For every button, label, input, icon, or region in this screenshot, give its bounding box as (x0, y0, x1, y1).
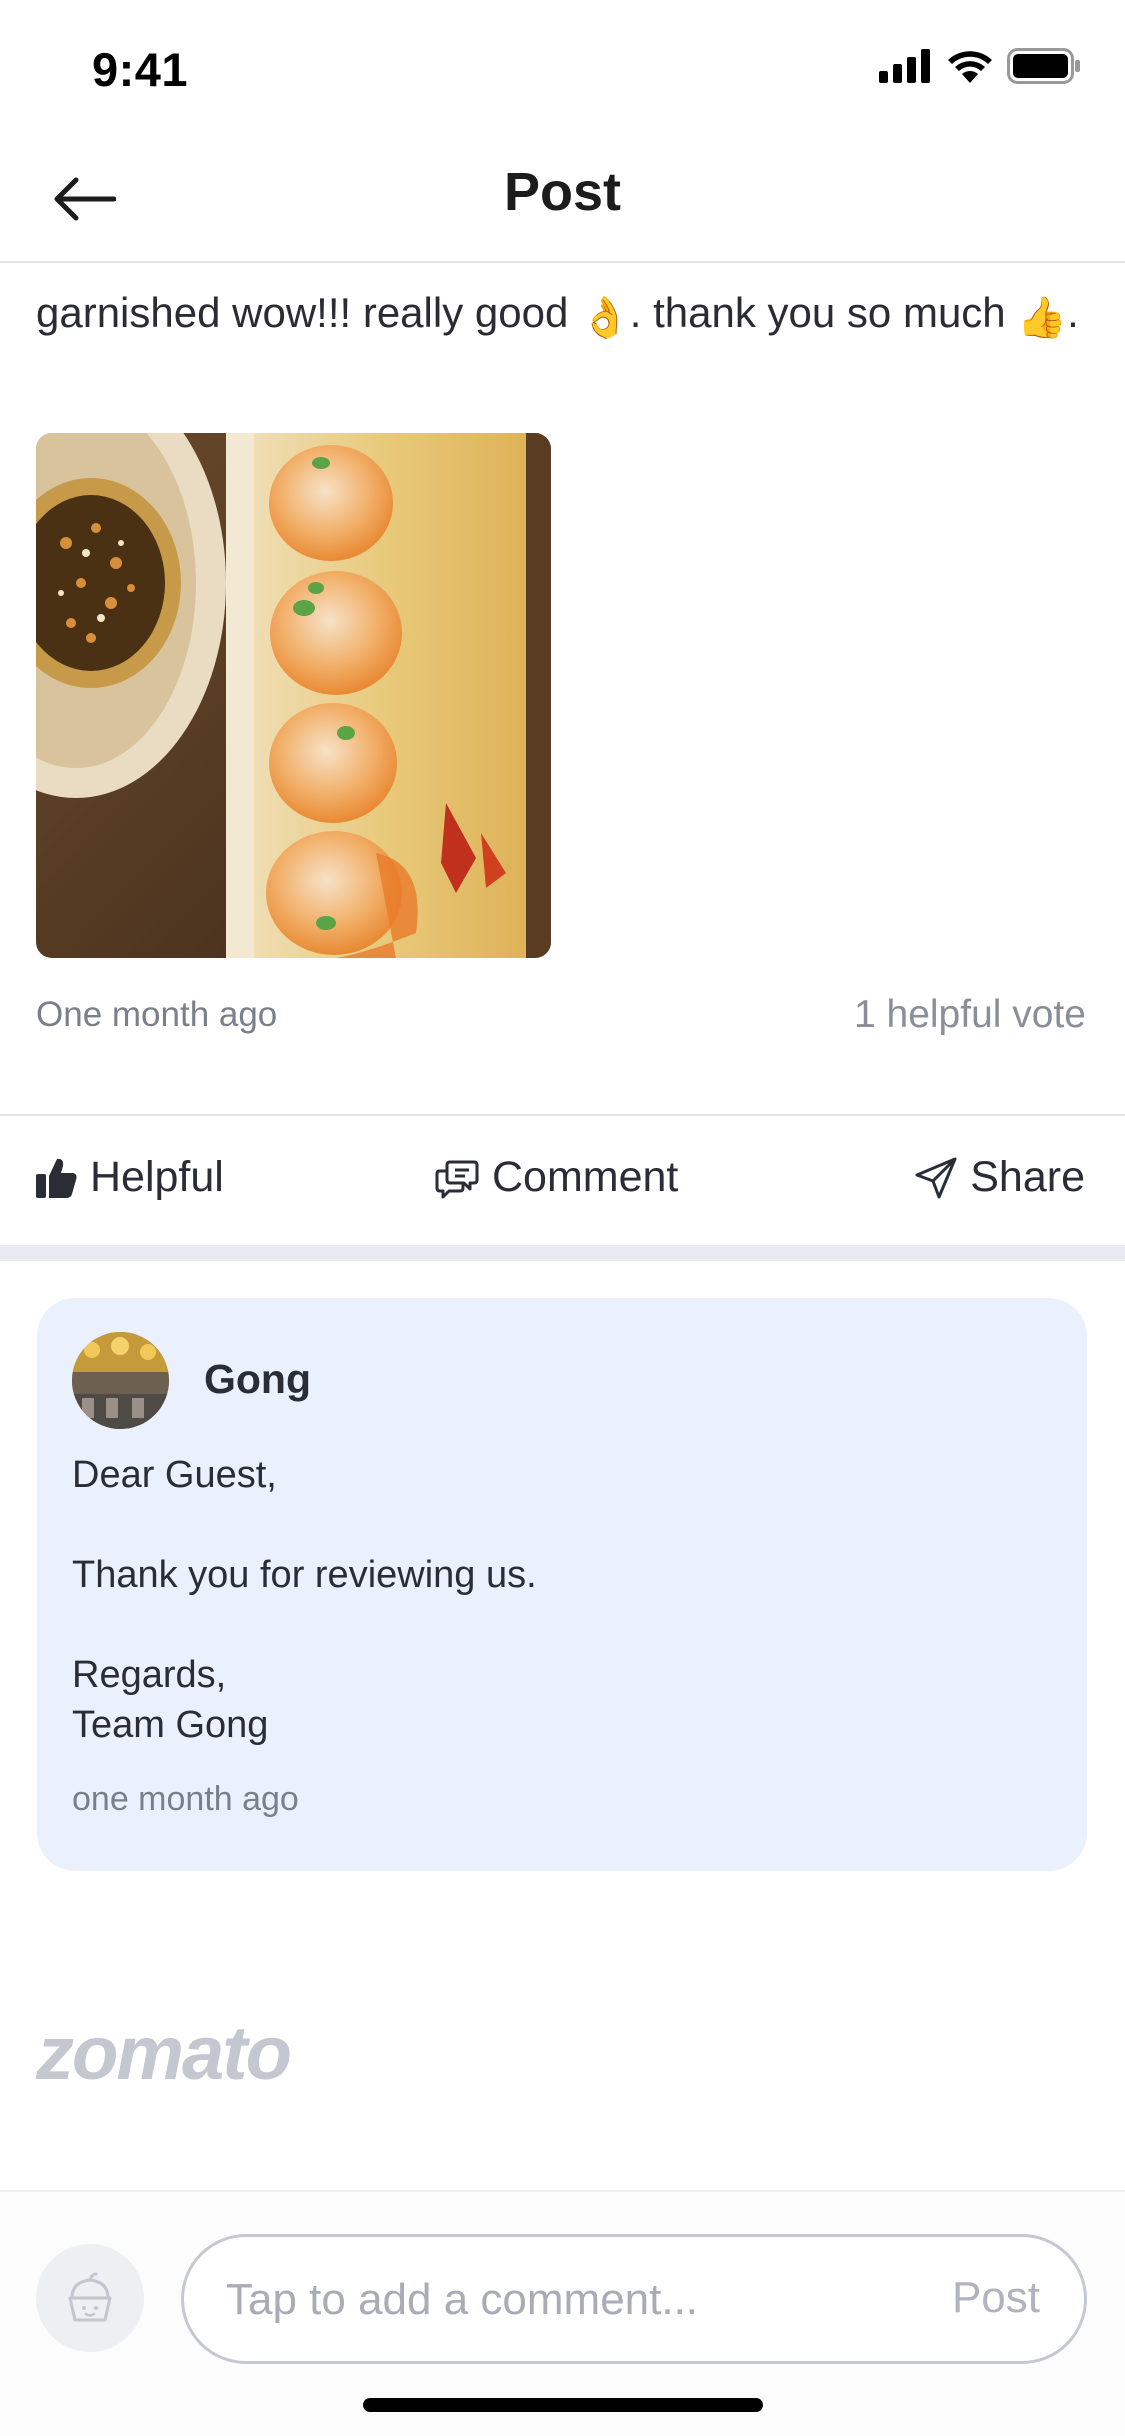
reply-body: Dear Guest, Thank you for reviewing us. … (72, 1450, 1052, 1750)
action-row: Helpful Comment Share (0, 1115, 1125, 1245)
battery-icon (1007, 48, 1080, 84)
zomato-logo: zomato (36, 2011, 292, 2096)
helpful-vote-count[interactable]: 1 helpful vote (854, 993, 1086, 1037)
helpful-label: Helpful (90, 1153, 224, 1201)
status-icons (879, 48, 1081, 84)
user-avatar[interactable] (36, 2244, 144, 2352)
review-date: One month ago (36, 995, 278, 1034)
share-button[interactable]: Share (914, 1153, 1085, 1202)
comment-label: Comment (492, 1153, 679, 1201)
restaurant-name[interactable]: Gong (204, 1356, 311, 1403)
comment-input[interactable] (226, 2267, 846, 2333)
status-time: 9:41 (92, 43, 189, 96)
comment-icon (435, 1160, 479, 1198)
review-photo[interactable] (36, 433, 551, 958)
reply-date: one month ago (72, 1780, 299, 1818)
reply-team: Team Gong (72, 1704, 269, 1746)
review-text-part: . thank you so much (629, 289, 1018, 336)
restaurant-avatar[interactable] (72, 1332, 169, 1429)
review-meta: One month ago 1 helpful vote (36, 993, 1086, 1037)
reply-greeting: Dear Guest, (72, 1454, 277, 1496)
share-icon (915, 1157, 957, 1198)
header: Post (0, 135, 1125, 263)
ok-hand-emoji: 👌 (579, 295, 630, 341)
restaurant-reply-card: Gong Dear Guest, Thank you for reviewing… (37, 1298, 1087, 1871)
thumbs-up-icon (36, 1158, 77, 1198)
comment-box: Post (181, 2234, 1087, 2364)
wifi-icon (948, 51, 992, 83)
helpful-button[interactable]: Helpful (34, 1153, 224, 1202)
restaurant-photo (72, 1332, 169, 1429)
review-text-part: garnished wow!!! really good (36, 289, 580, 336)
review-text: garnished wow!!! really good 👌. thank yo… (36, 285, 1096, 341)
reply-signoff: Regards, (72, 1654, 227, 1696)
cupcake-icon (68, 2272, 112, 2322)
comment-button[interactable]: Comment (434, 1153, 678, 1202)
page-title: Post (503, 162, 622, 222)
reply-message: Thank you for reviewing us. (72, 1554, 537, 1596)
share-label: Share (970, 1153, 1085, 1201)
dumplings-photo (36, 433, 551, 958)
home-indicator (363, 2398, 763, 2412)
signal-icon (879, 49, 930, 83)
review-text-part: . (1067, 289, 1079, 336)
post-comment-button[interactable]: Post (952, 2273, 1040, 2323)
post-screen: 9:41 Post garnished wow!!! really good 👌… (0, 0, 1125, 2436)
section-divider (0, 1245, 1125, 1261)
status-bar: 9:41 (0, 0, 1125, 135)
thumbs-up-emoji: 👍 (1017, 295, 1068, 341)
